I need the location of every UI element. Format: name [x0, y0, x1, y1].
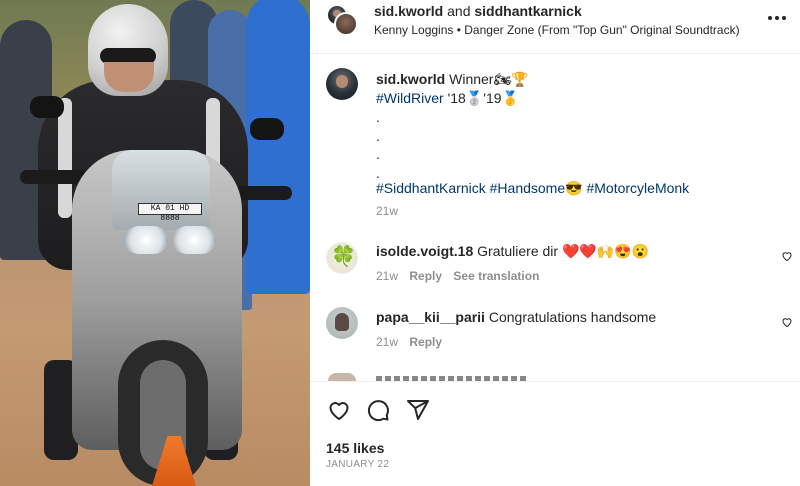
bike-mirror [250, 118, 284, 140]
caption-emoji: 🏍🏆 [493, 71, 529, 87]
sunglasses-emoji: 😎 [565, 180, 583, 196]
comment-2-meta: 21w Reply [376, 335, 442, 349]
avatar[interactable] [334, 12, 358, 36]
number-plate: KA 01 HD 8888 [138, 203, 202, 223]
comment-text: Congratulations handsome [488, 309, 657, 325]
avatar[interactable] [326, 242, 358, 274]
caption-dot: . [376, 109, 380, 125]
hashtag-handsome[interactable]: #Handsome [490, 180, 566, 196]
comment-icon[interactable] [366, 398, 390, 422]
header-joiner: and [447, 3, 471, 19]
post-date[interactable]: JANUARY 22 [326, 459, 389, 470]
hashtag-motorcylemonk[interactable]: #MotorcyleMonk [586, 180, 689, 196]
reply-button[interactable]: Reply [409, 269, 442, 283]
rider-face [104, 62, 154, 92]
divider [310, 381, 800, 382]
year-18: '18 [447, 90, 466, 106]
comment-emoji: ❤️❤️🙌😍😮 [561, 243, 650, 259]
audio-track[interactable]: Kenny Loggins • Danger Zone (From "Top G… [374, 23, 740, 37]
caption-dot: . [376, 146, 380, 162]
bike-mirror [30, 96, 64, 118]
post-header-title: sid.kworld and siddhantkarnick [374, 3, 582, 19]
jacket-stripe [58, 98, 72, 218]
comment-time[interactable]: 21w [376, 335, 398, 349]
see-translation-button[interactable]: See translation [453, 269, 539, 283]
heart-icon[interactable] [327, 398, 351, 422]
comment-1-body: isolde.voigt.18 Gratuliere dir ❤️❤️🙌😍😮 [376, 243, 649, 260]
gold-medal-emoji: 🥇 [501, 90, 519, 106]
divider [310, 53, 800, 54]
comment-text: Gratuliere dir [477, 243, 559, 259]
caption-dot: . [376, 127, 380, 144]
caption-dots: . . . . [376, 108, 380, 182]
post-details-panel: sid.kworld and siddhantkarnick Kenny Log… [310, 0, 800, 486]
comment-2-body: papa__kii__parii Congratulations handsom… [376, 309, 656, 325]
year-19: '19 [483, 90, 502, 106]
caption-time[interactable]: 21w [376, 204, 398, 218]
post-photo[interactable]: KA 01 HD 8888 [0, 0, 310, 486]
share-icon[interactable] [406, 398, 430, 422]
author-username[interactable]: sid.kworld [374, 3, 443, 19]
caption-text: Winner [449, 71, 494, 87]
caption-line-1: sid.kworld Winner🏍🏆 [376, 71, 529, 88]
avatar[interactable] [326, 68, 358, 100]
hashtag-wildriver[interactable]: #WildRiver [376, 90, 444, 106]
headlamp [172, 226, 216, 254]
comment-username[interactable]: papa__kii__parii [376, 309, 485, 325]
headlamp [124, 226, 168, 254]
avatar[interactable] [328, 373, 356, 381]
caption-hashtags: #SiddhantKarnick #Handsome😎 #MotorcyleMo… [376, 180, 689, 197]
caption-username[interactable]: sid.kworld [376, 71, 445, 87]
collaborator-username[interactable]: siddhantkarnick [474, 3, 581, 19]
reply-button[interactable]: Reply [409, 335, 442, 349]
comment-1-meta: 21w Reply See translation [376, 269, 539, 283]
more-horizontal-icon[interactable] [767, 10, 787, 26]
comment-time[interactable]: 21w [376, 269, 398, 283]
comment-username[interactable]: isolde.voigt.18 [376, 243, 473, 259]
hashtag-siddhantkarnick[interactable]: #SiddhantKarnick [376, 180, 486, 196]
silver-medal-emoji: 🥈 [465, 90, 484, 106]
comment-like-heart-icon[interactable] [781, 250, 793, 262]
caption-line-2: #WildRiver '18🥈'19🥇 [376, 90, 519, 107]
comment-like-heart-icon[interactable] [781, 316, 793, 328]
likes-count[interactable]: 145 likes [326, 440, 384, 456]
avatar[interactable] [326, 307, 358, 339]
spectator [246, 0, 310, 294]
